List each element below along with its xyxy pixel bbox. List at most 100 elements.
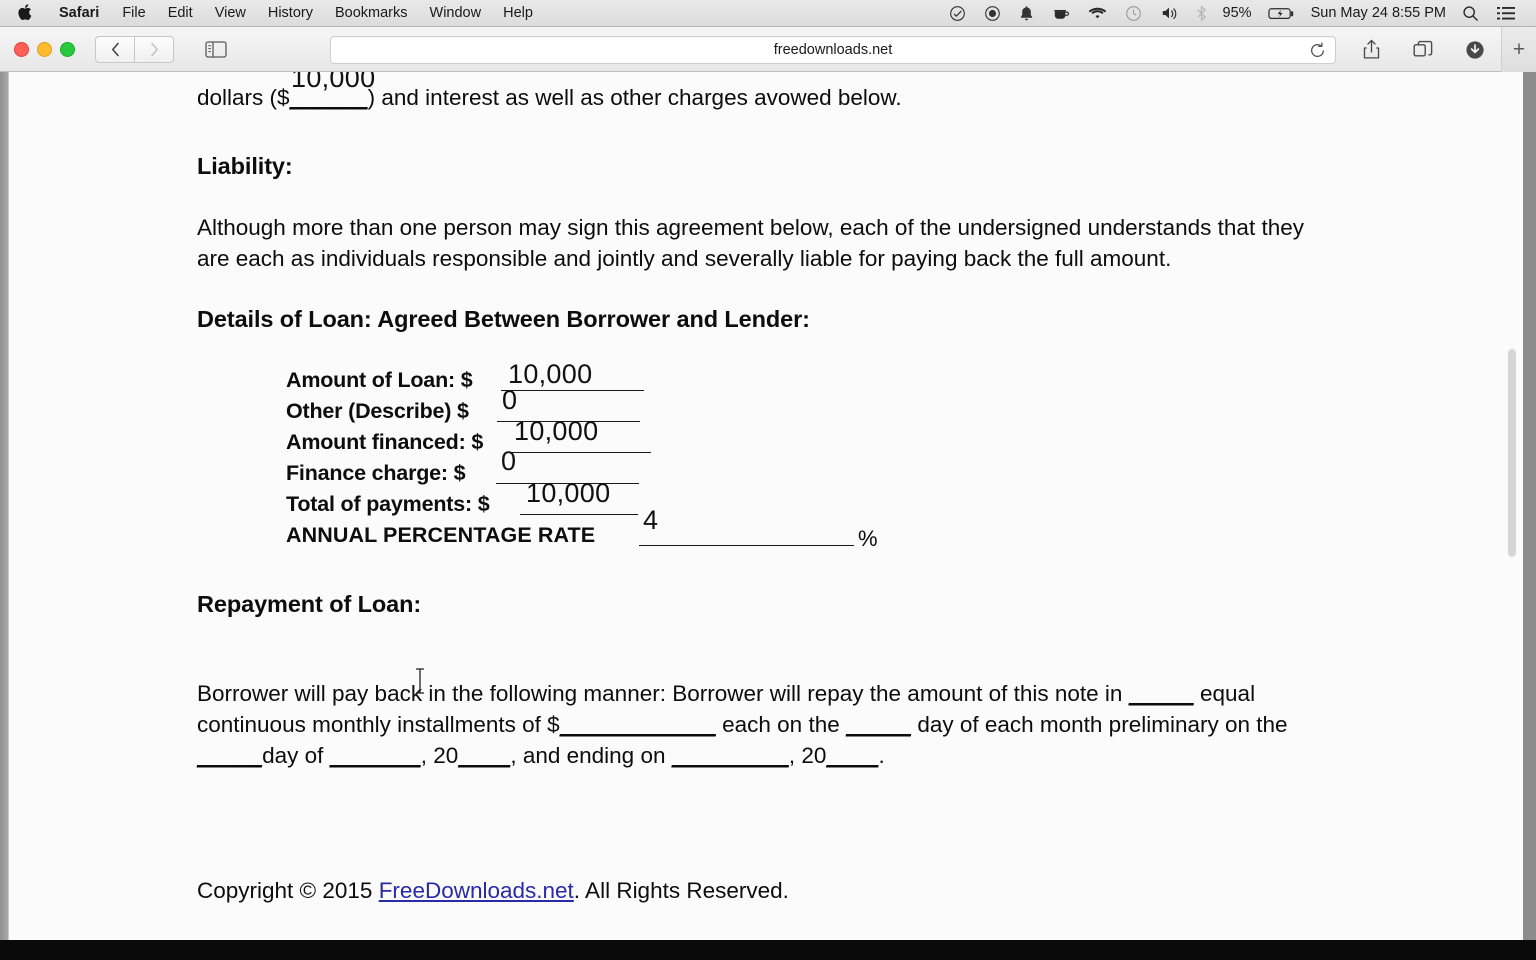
repayment-text-7: , and ending on — [510, 743, 672, 768]
loan-row-annual-percentage-rate: ANNUAL PERCENTAGE RATE 4 % — [286, 507, 1469, 552]
menu-item-history[interactable]: History — [257, 0, 324, 26]
repayment-blank-8: ____ — [826, 743, 879, 768]
repayment-text-6: , 20 — [420, 743, 459, 768]
paragraph-dollars: dollars ($______) and interest as well a… — [197, 72, 1469, 113]
repayment-text-5: day of — [262, 743, 330, 768]
time-machine-icon[interactable] — [1116, 0, 1151, 26]
loan-row-amount-financed: Amount financed: $ 10,000 — [286, 418, 1469, 458]
apr-percent-sign: % — [858, 526, 878, 551]
loan-label-annual-percentage-rate: ANNUAL PERCENTAGE RATE — [286, 523, 596, 547]
repayment-blank-4: _____ — [197, 743, 263, 768]
show-tabs-icon[interactable] — [1408, 37, 1438, 63]
safari-toolbar: freedownloads.net + — [0, 27, 1536, 72]
window-controls — [0, 41, 75, 57]
copyright-prefix: Copyright © 2015 — [197, 878, 379, 903]
search-icon[interactable] — [1453, 0, 1488, 26]
loan-rule-amount-of-loan — [501, 390, 644, 391]
loan-value-annual-percentage-rate: 4 — [643, 505, 659, 535]
browser-viewport: dollars ($______) and interest as well a… — [0, 72, 1536, 960]
battery-charging-icon[interactable] — [1259, 0, 1304, 26]
loan-row-other-describe: Other (Describe) $ 0 — [286, 387, 1469, 427]
dollars-filled-value: 10,000 — [291, 72, 376, 93]
wifi-icon[interactable] — [1079, 0, 1116, 26]
loan-details-list: Amount of Loan: $ 10,000 Other (Describe… — [286, 361, 1469, 552]
loan-value-amount-of-loan: 10,000 — [508, 359, 593, 389]
heading-repayment-of-loan: Repayment of Loan: — [197, 591, 422, 617]
loan-value-total-of-payments: 10,000 — [526, 478, 611, 508]
scrollbar-thumb[interactable] — [1508, 349, 1516, 557]
menu-item-edit[interactable]: Edit — [157, 0, 204, 26]
maximize-button[interactable] — [60, 41, 75, 57]
address-bar[interactable]: freedownloads.net — [330, 36, 1336, 64]
navigation-buttons — [95, 35, 174, 63]
loan-rule-total-of-payments — [520, 514, 638, 515]
volume-icon[interactable] — [1151, 0, 1187, 26]
downloads-icon[interactable] — [1460, 37, 1490, 63]
loan-label-amount-of-loan: Amount of Loan: $ — [286, 368, 473, 392]
dollars-prefix: dollars ($ — [197, 85, 290, 110]
loan-label-total-of-payments: Total of payments: $ — [286, 492, 490, 516]
paragraph-liability: Although more than one person may sign t… — [197, 215, 1304, 271]
dollars-suffix: ) and interest as well as other charges … — [367, 85, 902, 110]
repayment-blank-2: ____________ — [559, 712, 716, 737]
loan-label-amount-financed: Amount financed: $ — [286, 430, 484, 454]
forward-button[interactable] — [134, 35, 174, 63]
page-scrollbar[interactable] — [1505, 72, 1519, 940]
loan-row-total-of-payments: Total of payments: $ 10,000 — [286, 480, 1469, 520]
menu-bar-clock[interactable]: Sun May 24 8:55 PM — [1304, 0, 1453, 26]
minimize-button[interactable] — [37, 41, 52, 57]
menu-item-file[interactable]: File — [111, 0, 156, 26]
bell-icon[interactable] — [1010, 0, 1043, 26]
loan-rule-annual-percentage-rate — [639, 545, 854, 546]
loan-label-finance-charge: Finance charge: $ — [286, 461, 466, 485]
record-circle-icon[interactable] — [975, 0, 1010, 26]
macos-menu-bar: Safari File Edit View History Bookmarks … — [0, 0, 1536, 27]
repayment-blank-6: ____ — [458, 743, 511, 768]
loan-label-other-describe: Other (Describe) $ — [286, 399, 469, 423]
repayment-text-3: each on the — [715, 712, 846, 737]
loan-rule-amount-financed — [508, 452, 651, 453]
checkmark-circle-icon[interactable] — [940, 0, 975, 26]
menu-item-safari[interactable]: Safari — [47, 0, 111, 26]
repayment-text-1: Borrower will pay back in the following … — [197, 681, 1129, 706]
apple-logo-icon[interactable] — [0, 3, 47, 21]
loan-agreement-document: dollars ($______) and interest as well a… — [9, 72, 1469, 906]
heading-liability: Liability: — [197, 153, 293, 179]
sidebar-icon[interactable] — [198, 37, 234, 62]
menu-item-view[interactable]: View — [204, 0, 257, 26]
menu-item-bookmarks[interactable]: Bookmarks — [324, 0, 419, 26]
coffee-cup-icon[interactable] — [1043, 0, 1079, 26]
web-page-content: dollars ($______) and interest as well a… — [8, 72, 1523, 940]
new-tab-button[interactable]: + — [1501, 27, 1536, 72]
repayment-text-8: , 20 — [788, 743, 827, 768]
copyright-suffix: . All Rights Reserved. — [573, 878, 789, 903]
copyright-footer: Copyright © 2015 FreeDownloads.net. All … — [197, 875, 1469, 906]
close-button[interactable] — [14, 41, 29, 57]
menu-item-help[interactable]: Help — [492, 0, 544, 26]
repayment-blank-5: _______ — [329, 743, 421, 768]
menu-bar-status-group: 95% Sun May 24 8:55 PM — [940, 0, 1536, 26]
heading-details-of-loan: Details of Loan: Agreed Between Borrower… — [197, 306, 810, 332]
repayment-blank-3: _____ — [845, 712, 912, 737]
repayment-blank-7: _________ — [671, 743, 789, 768]
reload-icon[interactable] — [1307, 40, 1327, 60]
bluetooth-icon[interactable] — [1187, 0, 1216, 26]
toolbar-right-group: + — [1345, 27, 1536, 72]
loan-value-amount-financed: 10,000 — [514, 416, 599, 446]
repayment-blank-1: _____ — [1128, 681, 1194, 706]
paragraph-repayment: Borrower will pay back in the following … — [197, 678, 1309, 771]
menu-item-window[interactable]: Window — [419, 0, 493, 26]
window-bottom-edge — [0, 940, 1536, 960]
notification-center-icon[interactable] — [1488, 0, 1524, 26]
freedownloads-link[interactable]: FreeDownloads.net — [379, 878, 574, 903]
loan-row-finance-charge: Finance charge: $ 0 — [286, 448, 1469, 489]
menu-bar-left-group: Safari File Edit View History Bookmarks … — [0, 0, 544, 26]
repayment-text-4: day of each month preliminary on the — [911, 712, 1288, 737]
safari-window: freedownloads.net + dollars ($______) an… — [0, 27, 1536, 960]
back-button[interactable] — [95, 35, 134, 63]
loan-value-finance-charge: 0 — [501, 446, 517, 476]
share-icon[interactable] — [1356, 37, 1386, 63]
url-text: freedownloads.net — [773, 42, 893, 58]
window-left-edge — [0, 72, 8, 960]
repayment-text-9: . — [878, 743, 885, 768]
